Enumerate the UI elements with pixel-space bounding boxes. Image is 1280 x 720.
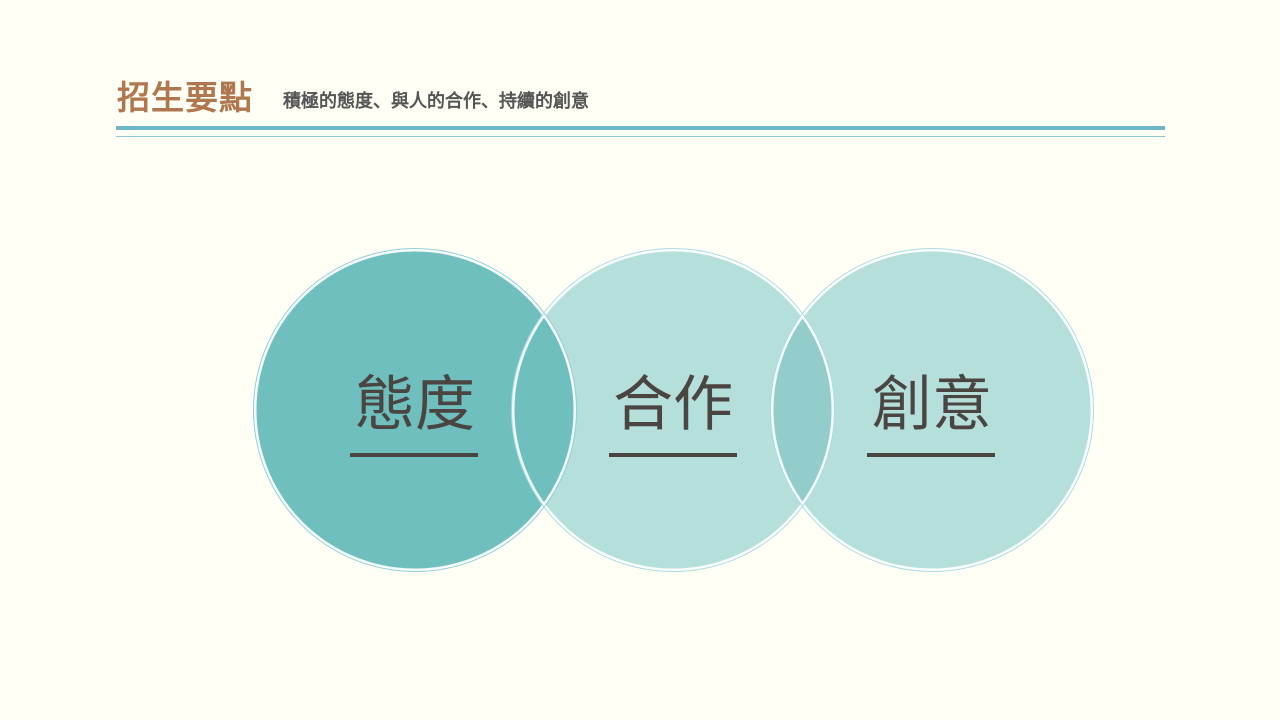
label-attitude-underline — [350, 453, 478, 457]
label-cooperation-underline — [609, 453, 737, 457]
label-attitude: 態度 — [355, 370, 475, 440]
venn-diagram — [253, 248, 1094, 572]
label-creativity: 創意 — [872, 370, 992, 440]
label-creativity-underline — [867, 453, 995, 457]
label-cooperation: 合作 — [613, 370, 733, 440]
